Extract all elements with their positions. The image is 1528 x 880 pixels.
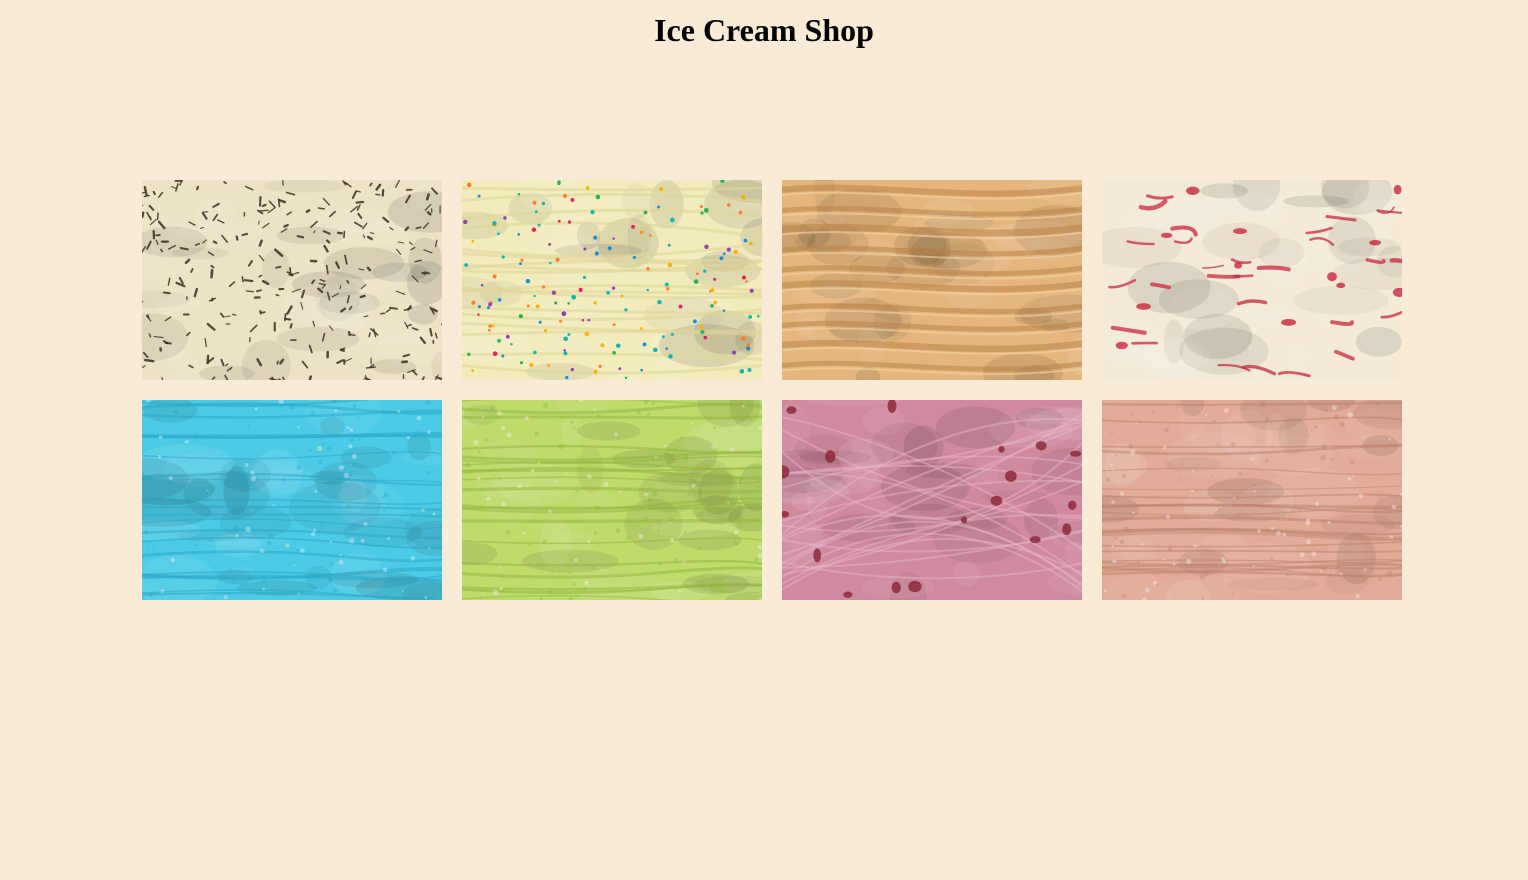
flavor-tile-1[interactable] (142, 180, 442, 380)
chocolate-chip-ice-cream-image (142, 180, 442, 380)
blue-ice-cream-image (142, 400, 442, 600)
sprinkles-ice-cream-image (462, 180, 762, 380)
flavor-tile-5[interactable] (142, 400, 442, 600)
peach-ice-cream-image (1102, 400, 1402, 600)
flavor-tile-2[interactable] (462, 180, 762, 380)
page-title: Ice Cream Shop (654, 12, 874, 48)
flavor-gallery (142, 180, 1402, 600)
pistachio-ice-cream-image (462, 400, 762, 600)
flavor-tile-3[interactable] (782, 180, 1082, 380)
flavor-tile-7[interactable] (782, 400, 1082, 600)
cherry-ice-cream-image (782, 400, 1082, 600)
flavor-tile-8[interactable] (1102, 400, 1402, 600)
flavor-tile-4[interactable] (1102, 180, 1402, 380)
flavor-tile-6[interactable] (462, 400, 762, 600)
caramel-ice-cream-image (782, 180, 1082, 380)
strawberry-swirl-ice-cream-image (1102, 180, 1402, 380)
